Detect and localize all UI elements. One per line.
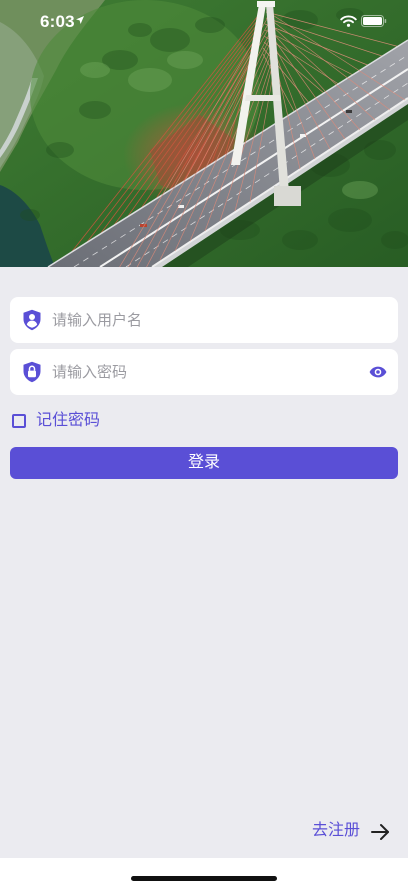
password-field[interactable]: [10, 349, 398, 395]
wifi-icon: [340, 15, 357, 27]
lock-shield-icon: [23, 361, 41, 383]
hero-banner: 6:03: [0, 0, 408, 267]
arrow-right-icon[interactable]: [370, 823, 390, 841]
bottom-safe-area: [0, 858, 408, 890]
eye-icon[interactable]: [369, 366, 387, 378]
login-button[interactable]: 登录: [10, 447, 398, 479]
status-time: 6:03: [40, 12, 75, 31]
location-arrow-icon: [76, 16, 84, 24]
remember-password-checkbox[interactable]: [12, 414, 26, 428]
battery-icon: [361, 15, 387, 27]
bridge-photo: [0, 0, 408, 267]
username-input[interactable]: [52, 297, 352, 343]
remember-password-label[interactable]: 记住密码: [36, 412, 100, 430]
username-field[interactable]: [10, 297, 398, 343]
user-shield-icon: [23, 309, 41, 331]
password-input[interactable]: [52, 349, 352, 395]
register-link[interactable]: 去注册: [312, 822, 360, 840]
home-indicator: [131, 876, 277, 881]
